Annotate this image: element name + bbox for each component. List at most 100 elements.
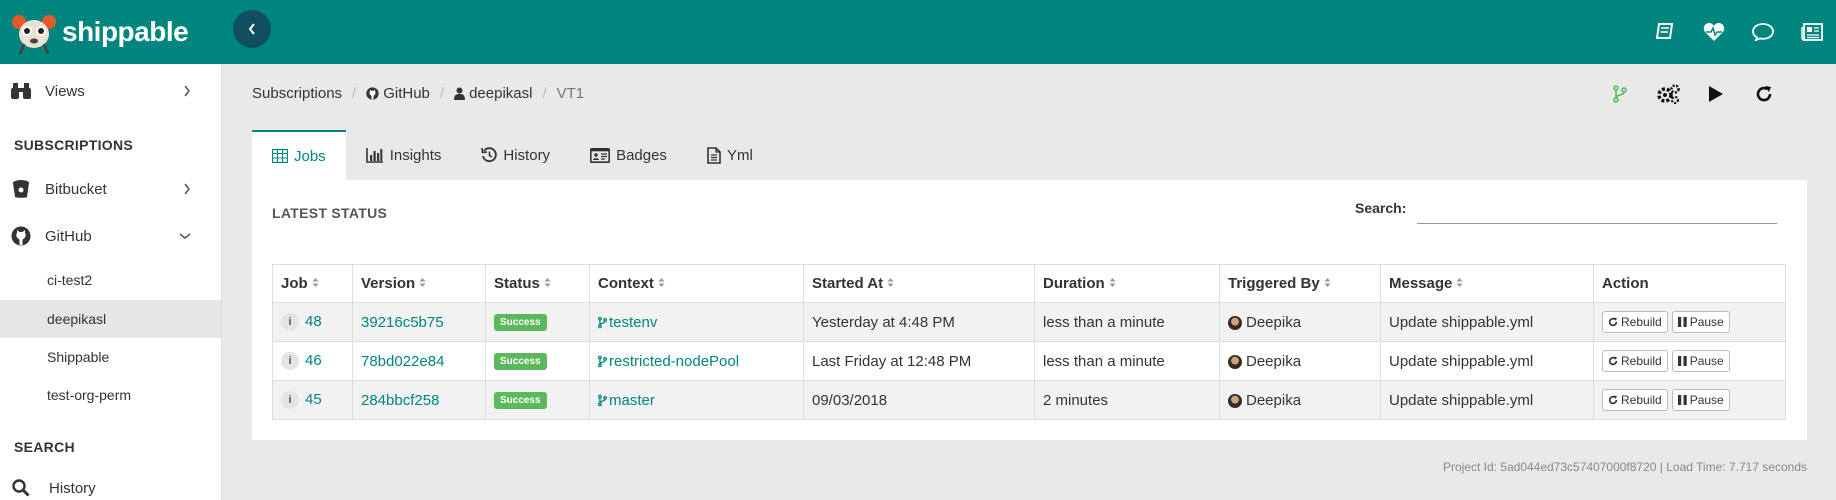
breadcrumb-separator: /: [542, 85, 547, 102]
column-header-label: Message: [1389, 274, 1453, 292]
started-cell: 09/03/2018: [803, 380, 1035, 420]
tab-yml[interactable]: Yml: [687, 130, 773, 180]
binoculars-icon: [10, 80, 32, 102]
column-header-triggered-by[interactable]: Triggered By: [1219, 264, 1381, 303]
docs-button[interactable]: [1640, 0, 1689, 64]
sidebar-item-views[interactable]: Views: [0, 76, 221, 106]
job-number-link[interactable]: 48: [305, 313, 322, 330]
branches-button[interactable]: [1596, 80, 1644, 108]
refresh-icon: [1608, 395, 1618, 405]
started-cell: Last Friday at 12:48 PM: [803, 341, 1035, 381]
job-number-link[interactable]: 45: [305, 391, 322, 408]
search-input[interactable]: [1417, 194, 1777, 224]
column-header-label: Context: [598, 274, 654, 292]
sidebar-item-ci-test2[interactable]: ci-test2: [0, 261, 221, 299]
context-link[interactable]: testenv: [609, 314, 657, 331]
footer-project-info: Project Id: 5ad044ed73c57407000f8720 | L…: [1442, 460, 1807, 474]
breadcrumb-owner[interactable]: deepikasl: [469, 85, 532, 102]
info-icon[interactable]: i: [281, 352, 299, 371]
column-header-status[interactable]: Status: [485, 264, 590, 303]
table-row: i 46 78bd022e84 Success restricted-nodePo…: [272, 341, 1786, 381]
version-link[interactable]: 39216c5b75: [361, 314, 444, 331]
context-link[interactable]: master: [609, 392, 655, 409]
rebuild-button[interactable]: Rebuild: [1602, 389, 1668, 411]
status-cell: Success: [485, 380, 590, 420]
message-cell: Update shippable.yml: [1380, 380, 1594, 420]
job-cell: i 48: [272, 302, 353, 342]
rebuild-button[interactable]: Rebuild: [1602, 311, 1668, 333]
column-header-label: Status: [494, 274, 540, 292]
jobs-panel: LATEST STATUS Search: Job Version Status…: [252, 180, 1807, 440]
job-number-link[interactable]: 46: [305, 352, 322, 369]
rebuild-button[interactable]: Rebuild: [1602, 350, 1668, 372]
column-header-started-at[interactable]: Started At: [803, 264, 1035, 303]
sort-icon: [544, 275, 551, 292]
heartbeat-icon: [1703, 23, 1724, 41]
collapse-sidebar-button[interactable]: [233, 10, 271, 48]
tab-jobs[interactable]: Jobs: [252, 130, 346, 180]
pause-icon: [1677, 317, 1687, 327]
search-label: Search:: [1355, 200, 1407, 216]
column-header-label: Version: [361, 274, 416, 292]
tab-badges[interactable]: Badges: [570, 130, 687, 180]
column-header-message[interactable]: Message: [1380, 264, 1594, 303]
search-heading: SEARCH: [14, 439, 75, 455]
status-button[interactable]: [1689, 0, 1738, 64]
info-icon[interactable]: i: [281, 313, 299, 332]
pause-button[interactable]: Pause: [1671, 389, 1730, 411]
info-icon[interactable]: i: [281, 391, 299, 410]
column-header-job[interactable]: Job: [272, 264, 353, 303]
avatar: [1228, 354, 1242, 369]
brand-name: shippable: [62, 16, 189, 47]
sidebar-item-shippable[interactable]: Shippable: [0, 338, 221, 376]
sort-icon: [1109, 275, 1116, 292]
table-row: i 48 39216c5b75 Success testenv Yesterday…: [272, 302, 1786, 342]
breadcrumb-separator: /: [352, 85, 357, 102]
sidebar-item-test-org-perm[interactable]: test-org-perm: [0, 376, 221, 414]
sort-icon: [658, 275, 665, 292]
breadcrumb-separator: /: [439, 85, 445, 102]
status-cell: Success: [485, 302, 590, 342]
chat-button[interactable]: [1738, 0, 1787, 64]
status-cell: Success: [485, 341, 590, 381]
job-cell: i 45: [272, 380, 353, 420]
context-link[interactable]: restricted-nodePool: [609, 353, 739, 370]
table-header-row: Job Version Status Context Started At Du…: [272, 264, 1786, 303]
run-button[interactable]: [1692, 80, 1740, 108]
branch-icon: [598, 394, 607, 407]
column-header-duration[interactable]: Duration: [1034, 264, 1220, 303]
breadcrumb-provider[interactable]: GitHub: [383, 85, 430, 102]
rebuild-label: Rebuild: [1621, 354, 1662, 368]
refresh-icon: [1608, 356, 1618, 366]
brand-logo[interactable]: shippable: [10, 8, 189, 56]
pause-icon: [1677, 356, 1687, 366]
settings-button[interactable]: [1644, 80, 1692, 108]
column-header-context[interactable]: Context: [589, 264, 804, 303]
status-badge: Success: [494, 352, 547, 370]
tab-insights[interactable]: Insights: [346, 130, 462, 180]
latest-status-heading: LATEST STATUS: [272, 205, 388, 221]
started-cell: Yesterday at 4:48 PM: [803, 302, 1035, 342]
sidebar-item-github[interactable]: GitHub: [0, 221, 221, 251]
triggered-by-name: Deepika: [1246, 391, 1302, 409]
breadcrumb: Subscriptions / GitHub / deepikasl / VT1: [252, 85, 584, 102]
refresh-button[interactable]: [1740, 80, 1788, 108]
branch-icon: [598, 355, 607, 368]
sidebar-item-deepikasl[interactable]: deepikasl: [0, 300, 221, 338]
version-link[interactable]: 284bbcf258: [361, 392, 439, 409]
sidebar-item-history[interactable]: History: [0, 476, 221, 500]
github-icon: [366, 87, 379, 100]
version-link[interactable]: 78bd022e84: [361, 353, 444, 370]
news-button[interactable]: [1787, 0, 1836, 64]
version-cell: 39216c5b75: [352, 302, 486, 342]
tab-history[interactable]: History: [461, 130, 570, 180]
subscriptions-heading: SUBSCRIPTIONS: [14, 137, 134, 153]
table-icon: [272, 149, 288, 163]
breadcrumb-subscriptions[interactable]: Subscriptions: [252, 85, 342, 102]
column-header-version[interactable]: Version: [352, 264, 486, 303]
pause-button[interactable]: Pause: [1671, 311, 1730, 333]
sort-icon: [1456, 275, 1463, 292]
message-cell: Update shippable.yml: [1380, 302, 1594, 342]
pause-button[interactable]: Pause: [1671, 350, 1730, 372]
sidebar-item-bitbucket[interactable]: Bitbucket: [0, 174, 221, 204]
